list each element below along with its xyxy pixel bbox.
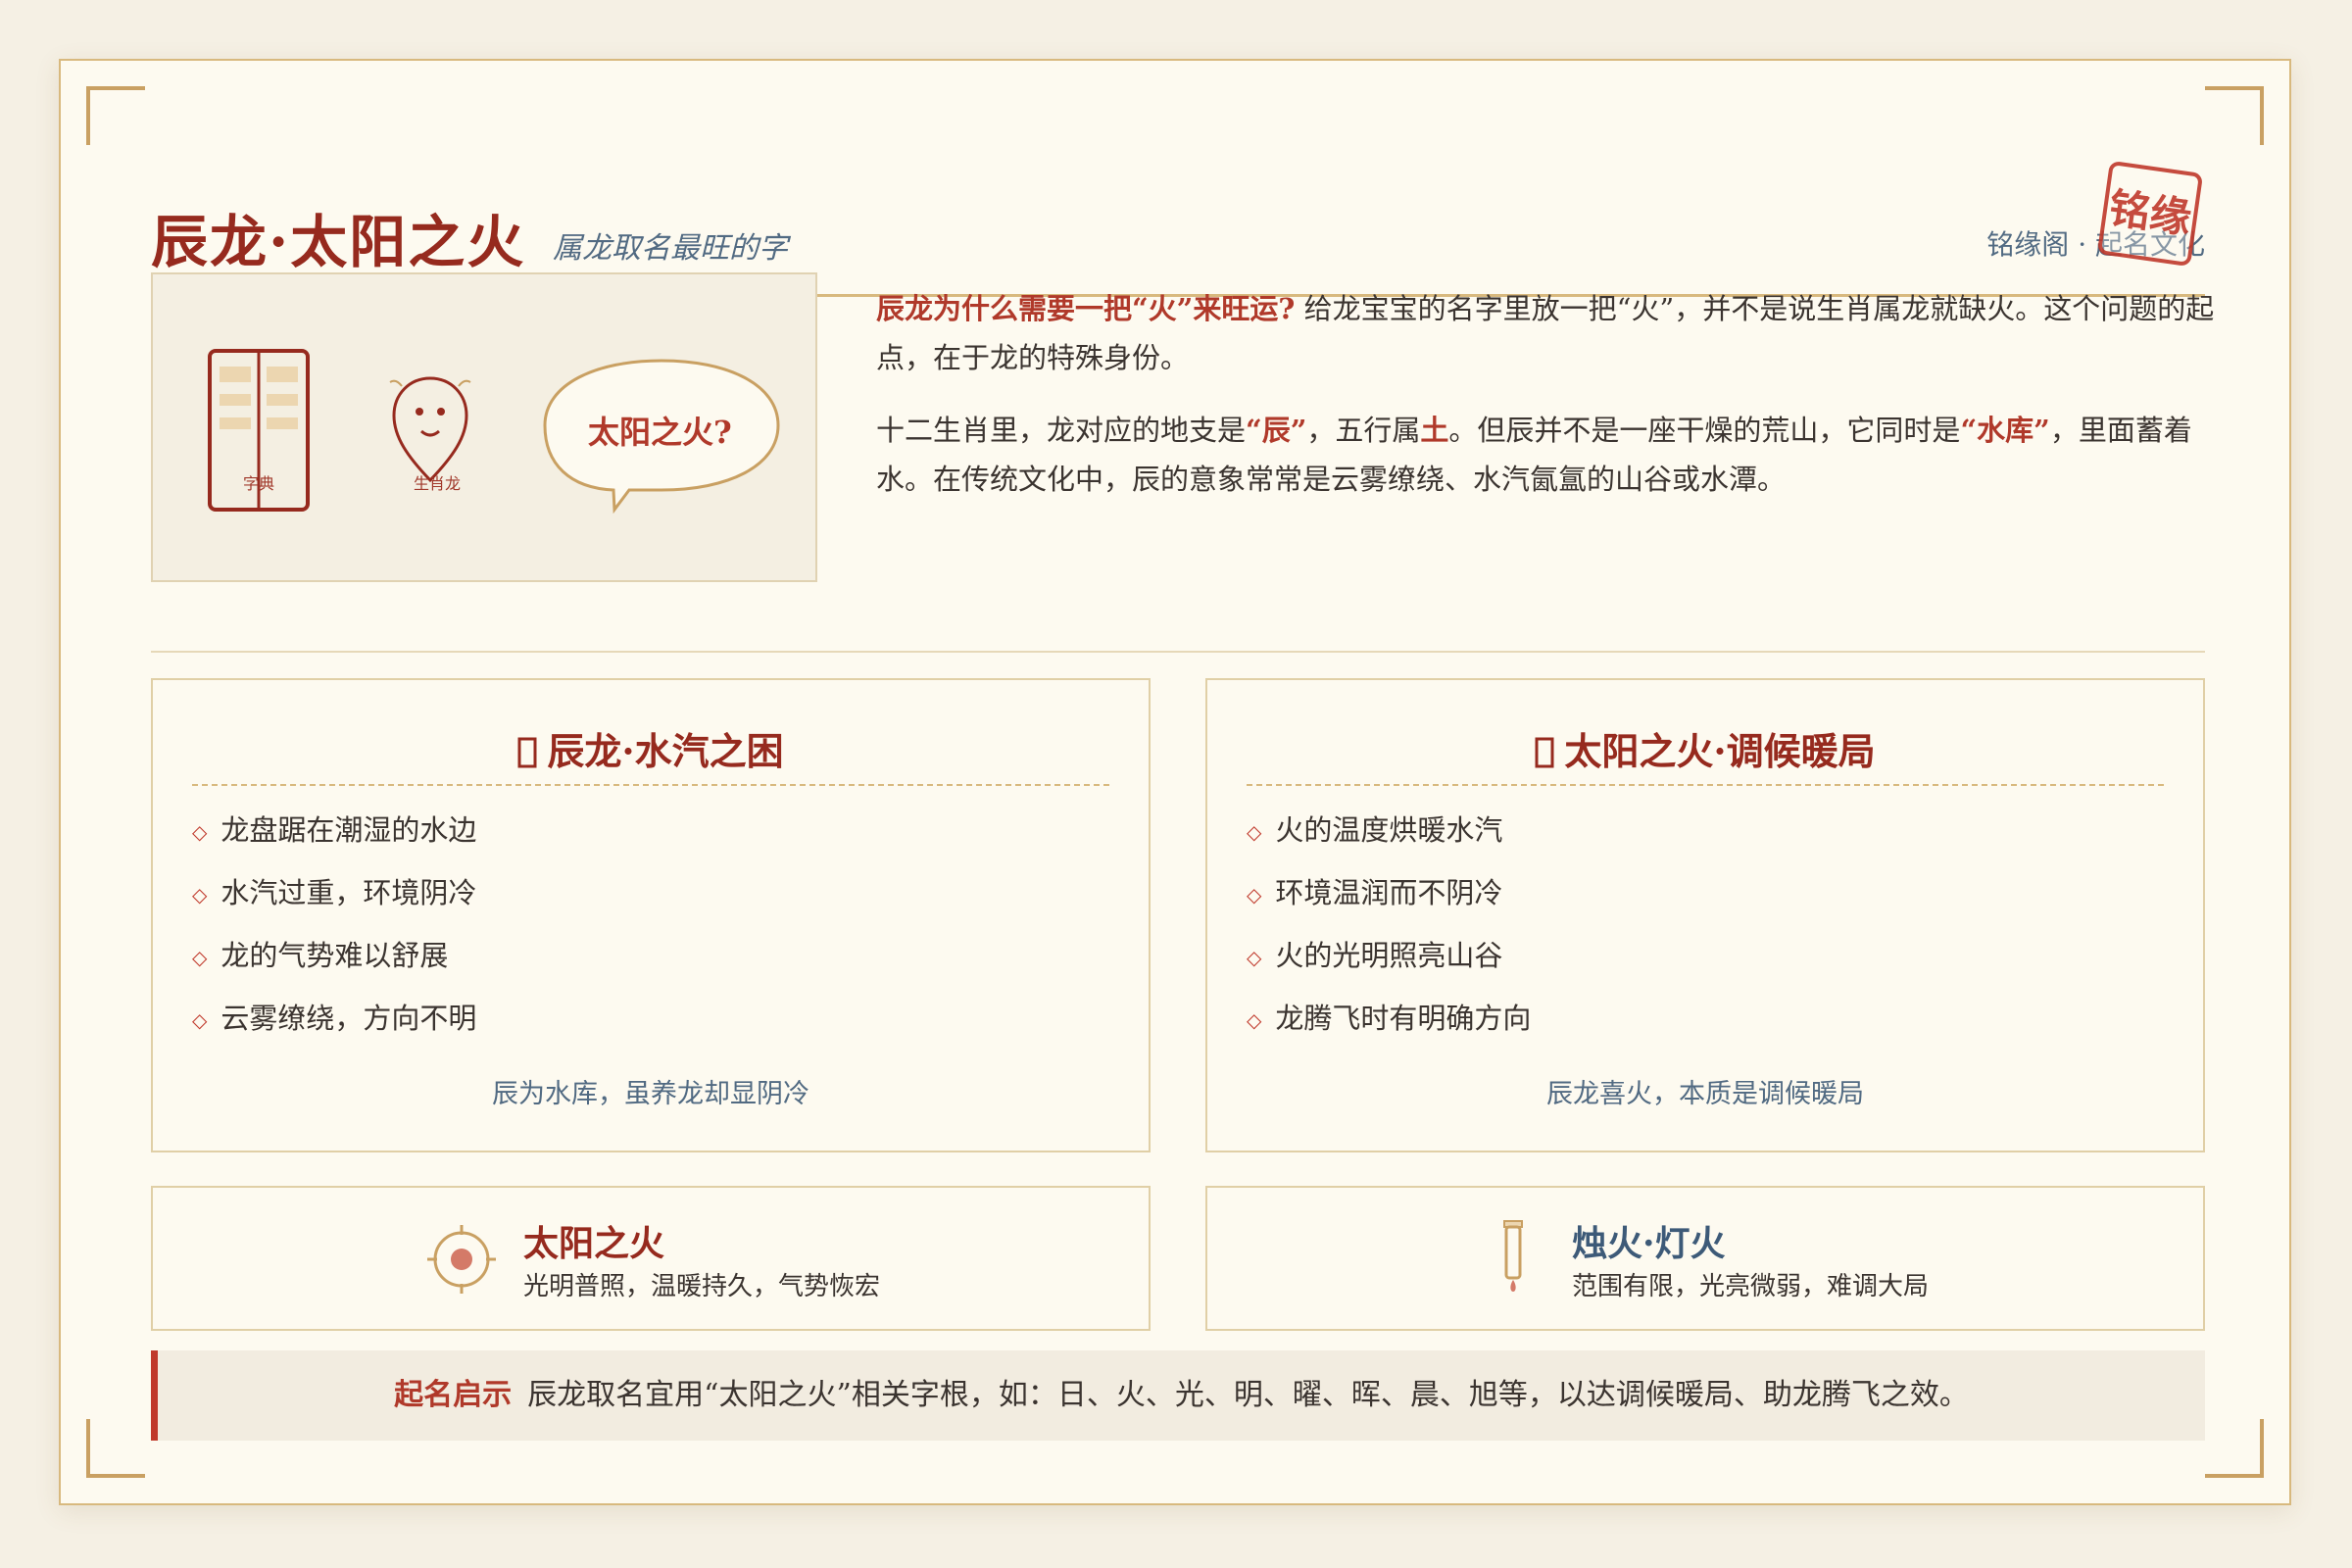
diamond-icon: ◇ xyxy=(1247,820,1262,844)
intro-text-run: ，五行属 xyxy=(1306,414,1421,447)
card-footer: 辰为水库，虽养龙却显阴冷 xyxy=(492,1079,809,1109)
list-item-text: 火的温度烘暖水汽 xyxy=(1275,813,1503,847)
candle-title: 烛火·灯火 xyxy=(1572,1223,1726,1264)
intro-question: 辰龙为什么需要一把“火”来旺运? xyxy=(876,292,1296,325)
list-item: ◇ 龙盘踞在潮湿的水边 xyxy=(192,800,476,862)
candle-description: 范围有限，光亮微弱，难调大局 xyxy=(1572,1272,1930,1301)
list-item-text: 环境温润而不阴冷 xyxy=(1275,876,1503,909)
highlight-chen: “辰” xyxy=(1246,414,1307,447)
sun-title: 太阳之火 xyxy=(523,1223,665,1264)
diamond-icon: ◇ xyxy=(1247,1008,1262,1032)
diamond-icon: ◇ xyxy=(192,883,208,906)
diamond-icon: ◇ xyxy=(192,820,208,844)
intro-text-run: 十二生肖里，龙对应的地支是 xyxy=(876,414,1247,447)
corner-ornament xyxy=(2205,86,2264,145)
list-item: ◇ 水汽过重，环境阴冷 xyxy=(192,862,476,925)
card-list: ◇ 龙盘踞在潮湿的水边 ◇ 水汽过重，环境阴冷 ◇ 龙的气势难以舒展 ◇ 云雾缭绕，方向… xyxy=(192,800,476,1051)
missing-glyph-icon xyxy=(1535,737,1554,768)
page-frame: 辰龙·太阳之火 属龙取名最旺的字 铭缘阁 · 起名文化 铭缘 字典 生肖龙 太阳… xyxy=(59,59,2291,1505)
list-item-text: 火的光明照亮山谷 xyxy=(1275,939,1503,972)
card-title: 太阳之火·调候暖局 xyxy=(1207,721,2203,775)
list-item: ◇ 云雾缭绕，方向不明 xyxy=(192,988,476,1051)
zodiac-label: 生肖龙 xyxy=(414,474,462,493)
highlight-reservoir: “水库” xyxy=(1960,414,2050,447)
tip-text: 辰龙取名宜用“太阳之火”相关字根，如：日、火、光、明、曜、晖、晨、旭等，以达调候… xyxy=(527,1378,1969,1412)
sun-icon xyxy=(427,1225,496,1294)
list-item: ◇ 火的光明照亮山谷 xyxy=(1247,925,1531,988)
card-footer: 辰龙喜火，本质是调候暖局 xyxy=(1546,1079,1864,1109)
list-item-text: 龙的气势难以舒展 xyxy=(220,939,449,972)
diamond-icon: ◇ xyxy=(192,1008,208,1032)
compare-candle: 烛火·灯火 范围有限，光亮微弱，难调大局 xyxy=(1205,1186,2205,1331)
list-item: ◇ 环境温润而不阴冷 xyxy=(1247,862,1531,925)
dashed-divider xyxy=(192,784,1109,786)
corner-ornament xyxy=(86,1419,145,1478)
dashed-divider xyxy=(1247,784,2164,786)
page-title: 辰龙·太阳之火 xyxy=(151,209,526,275)
card-sun-fire: 太阳之火·调候暖局 ◇ 火的温度烘暖水汽 ◇ 环境温润而不阴冷 ◇ 火的光明照亮山谷 … xyxy=(1205,678,2205,1152)
list-item-text: 水汽过重，环境阴冷 xyxy=(220,876,477,909)
list-item-text: 龙盘踞在潮湿的水边 xyxy=(220,813,477,847)
bubble-text: 太阳之火? xyxy=(588,414,732,451)
tip-label: 起名启示 xyxy=(394,1378,513,1412)
corner-ornament xyxy=(2205,1419,2264,1478)
list-item-text: 龙腾飞时有明确方向 xyxy=(1275,1002,1532,1035)
intro-text: 辰龙为什么需要一把“火”来旺运? 给龙宝宝的名字里放一把“火”，并不是说生肖属龙… xyxy=(876,284,2248,527)
list-item: ◇ 龙腾飞时有明确方向 xyxy=(1247,988,1531,1051)
page-subtitle: 属龙取名最旺的字 xyxy=(553,231,788,266)
book-label: 字典 xyxy=(243,474,275,493)
card-title-text: 太阳之火·调候暖局 xyxy=(1564,729,1876,773)
list-item: ◇ 火的温度烘暖水汽 xyxy=(1247,800,1531,862)
card-title: 辰龙·水汽之困 xyxy=(153,721,1149,775)
candle-icon xyxy=(1503,1220,1523,1292)
intro-paragraph-2: 十二生肖里，龙对应的地支是“辰”，五行属土。但辰并不是一座干燥的荒山，它同时是“… xyxy=(876,406,2248,504)
card-water-problem: 辰龙·水汽之困 ◇ 龙盘踞在潮湿的水边 ◇ 水汽过重，环境阴冷 ◇ 龙的气势难以舒展 … xyxy=(151,678,1151,1152)
missing-glyph-icon xyxy=(517,737,537,768)
intro-paragraph-1: 辰龙为什么需要一把“火”来旺运? 给龙宝宝的名字里放一把“火”，并不是说生肖属龙… xyxy=(876,284,2248,382)
intro-text-run: 。但辰并不是一座干燥的荒山，它同时是 xyxy=(1448,414,1961,447)
card-list: ◇ 火的温度烘暖水汽 ◇ 环境温润而不阴冷 ◇ 火的光明照亮山谷 ◇ 龙腾飞时有明确方向 xyxy=(1247,800,1531,1051)
diamond-icon: ◇ xyxy=(1247,946,1262,969)
intro-illustration: 字典 生肖龙 太阳之火? xyxy=(151,272,817,582)
divider xyxy=(151,651,2205,653)
list-item-text: 云雾缭绕，方向不明 xyxy=(220,1002,477,1035)
sun-description: 光明普照，温暖持久，气势恢宏 xyxy=(523,1272,881,1301)
compare-sun: 太阳之火 光明普照，温暖持久，气势恢宏 xyxy=(151,1186,1151,1331)
diamond-icon: ◇ xyxy=(1247,883,1262,906)
seal-stamp: 铭缘 xyxy=(2096,160,2204,268)
card-title-text: 辰龙·水汽之困 xyxy=(547,729,784,773)
diamond-icon: ◇ xyxy=(192,946,208,969)
highlight-earth: 土 xyxy=(1420,414,1449,447)
naming-tip: 起名启示 辰龙取名宜用“太阳之火”相关字根，如：日、火、光、明、曜、晖、晨、旭等，… xyxy=(151,1350,2205,1441)
list-item: ◇ 龙的气势难以舒展 xyxy=(192,925,476,988)
corner-ornament xyxy=(86,86,145,145)
